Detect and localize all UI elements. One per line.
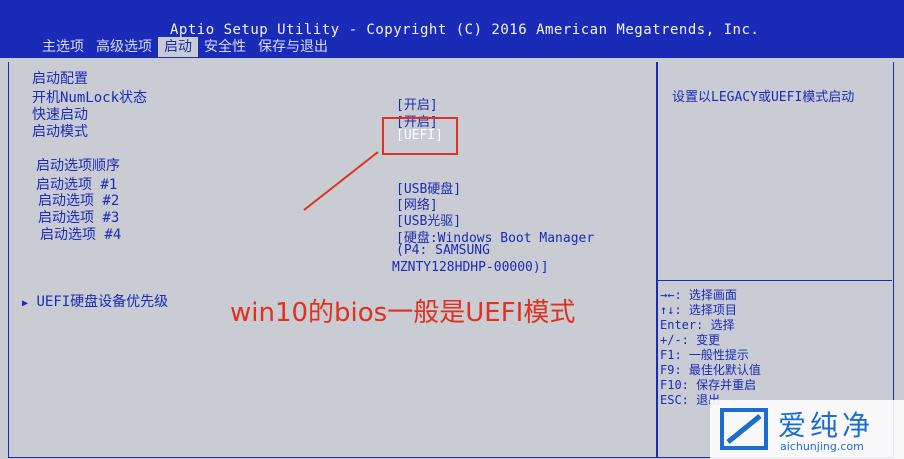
tab-save-exit[interactable]: 保存与退出 <box>252 37 334 57</box>
tab-security[interactable]: 安全性 <box>198 37 252 57</box>
annotation-arrow <box>303 151 379 211</box>
watermark-logo-icon <box>720 408 768 450</box>
tab-advanced[interactable]: 高级选项 <box>90 37 158 57</box>
bios-title: Aptio Setup Utility - Copyright (C) 2016… <box>170 22 760 38</box>
bios-main-area: 启动配置 开机NumLock状态 快速启动 启动模式 [开启] [开启] [UE… <box>0 58 904 459</box>
watermark-name: 爱纯净 <box>778 409 875 442</box>
tab-bar: 主选项 高级选项 启动 安全性 保存与退出 <box>36 37 334 57</box>
tab-boot[interactable]: 启动 <box>158 37 198 57</box>
tab-main[interactable]: 主选项 <box>36 37 90 57</box>
annotation-text: win10的bios一般是UEFI模式 <box>230 298 576 328</box>
watermark: 爱纯净 aichunjing.com <box>710 400 904 459</box>
watermark-url: aichunjing.com <box>780 440 864 453</box>
bios-header: Aptio Setup Utility - Copyright (C) 2016… <box>0 0 904 58</box>
bios-screen: Aptio Setup Utility - Copyright (C) 2016… <box>0 0 904 459</box>
